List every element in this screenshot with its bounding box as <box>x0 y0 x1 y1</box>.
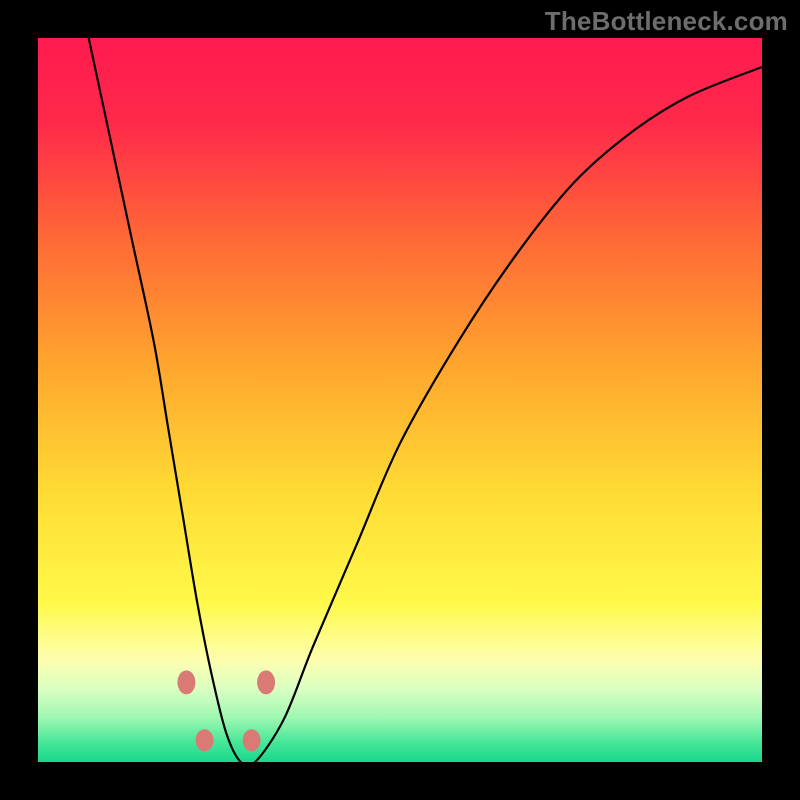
curve-marker <box>196 729 214 751</box>
curve-marker <box>257 670 275 694</box>
chart-frame: TheBottleneck.com <box>0 0 800 800</box>
plot-area <box>38 38 762 762</box>
bottleneck-curve <box>89 38 762 762</box>
watermark-text: TheBottleneck.com <box>545 6 788 37</box>
curve-marker <box>243 729 261 751</box>
markers-group <box>177 670 275 751</box>
curve-layer <box>38 38 762 762</box>
curve-marker <box>177 670 195 694</box>
